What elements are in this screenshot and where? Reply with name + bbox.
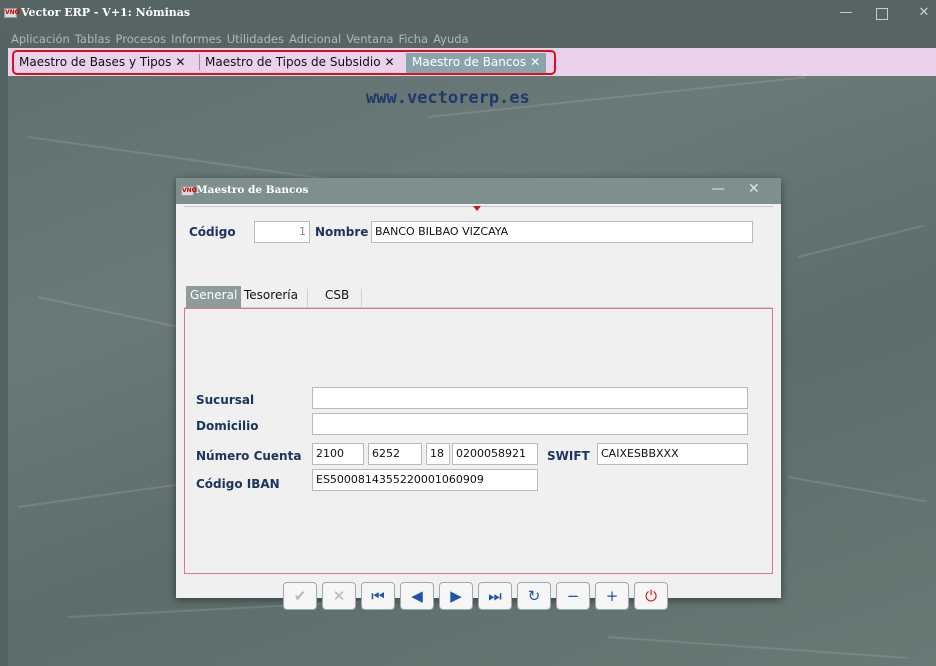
minimize-icon[interactable]: — (836, 4, 856, 22)
app-logo: VNO (4, 8, 20, 18)
cuenta-numero-field[interactable]: 0200058921 (452, 443, 538, 465)
close-icon[interactable]: ✕ (914, 4, 934, 22)
tab-general[interactable]: General (186, 286, 242, 308)
swift-field[interactable]: CAIXESBBXXX (597, 443, 748, 465)
dialog-title-bar[interactable]: VNO Maestro de Bancos — ✕ (176, 178, 781, 204)
tab-divider (361, 289, 362, 308)
tab-tesoreria[interactable]: Tesorería (240, 286, 302, 308)
dialog-title: Maestro de Bancos (196, 184, 309, 196)
minimize-icon[interactable]: — (711, 181, 725, 197)
numero-cuenta-label: Número Cuenta (196, 449, 302, 463)
tab-label: Maestro de Bancos (412, 55, 527, 69)
codigo-field[interactable]: 1 (254, 221, 310, 243)
add-record-icon[interactable]: + (595, 582, 629, 610)
watermark-url: www.vectorerp.es (366, 88, 530, 108)
nombre-label: Nombre (315, 225, 369, 239)
tab-close-icon[interactable]: ✕ (530, 55, 540, 69)
general-panel (184, 308, 773, 574)
close-icon[interactable]: ✕ (748, 181, 760, 197)
menu-ficha[interactable]: Ficha (395, 28, 430, 46)
delete-record-icon[interactable]: − (556, 582, 590, 610)
window-left-edge (0, 28, 8, 666)
tab-divider (307, 289, 308, 308)
menu-aplicacion[interactable]: Aplicación (8, 28, 72, 46)
menu-procesos[interactable]: Procesos (112, 28, 168, 46)
iban-field[interactable]: ES5000814355220001060909 (312, 469, 538, 491)
cancel-icon[interactable]: ✕ (322, 582, 356, 610)
tab-label: Maestro de Bases y Tipos (19, 55, 172, 69)
record-navigation-bar: ✔ ✕ ⏮ ◀ ▶ ⏭ ↻ − + ⏻ (283, 582, 669, 612)
tab-close-icon[interactable]: ✕ (385, 55, 395, 69)
sucursal-label: Sucursal (196, 393, 255, 407)
menu-bar: Aplicación Tablas Procesos Informes Utilidad… (8, 28, 936, 48)
document-tab-strip: Maestro de Bases y Tipos ✕ Maestro de Tip… (8, 48, 936, 76)
chalk-stroke (37, 296, 185, 330)
next-record-icon[interactable]: ▶ (439, 582, 473, 610)
tab-maestro-bases-tipos[interactable]: Maestro de Bases y Tipos ✕ (19, 53, 185, 73)
previous-record-icon[interactable]: ◀ (400, 582, 434, 610)
last-record-icon[interactable]: ⏭ (478, 582, 512, 610)
chalk-stroke (17, 483, 177, 508)
codigo-label: Código (189, 225, 236, 239)
menu-ayuda[interactable]: Ayuda (430, 28, 471, 46)
domicilio-field[interactable] (312, 413, 748, 435)
power-icon[interactable]: ⏻ (634, 582, 668, 610)
chalk-stroke (27, 136, 326, 180)
chalk-stroke (797, 224, 925, 258)
dialog-body: Código 1 Nombre BANCO BILBAO VIZCAYA Gen… (176, 204, 781, 610)
cuenta-dc-field[interactable]: 18 (426, 443, 450, 465)
menu-tablas[interactable]: Tablas (72, 28, 113, 46)
tab-label: Maestro de Tipos de Subsidio (205, 55, 381, 69)
tab-divider (199, 54, 200, 70)
domicilio-label: Domicilio (196, 419, 259, 433)
maestro-bancos-dialog: VNO Maestro de Bancos — ✕ Código 1 Nombr… (176, 178, 781, 610)
menu-informes[interactable]: Informes (168, 28, 224, 46)
swift-label: SWIFT (547, 449, 590, 463)
first-record-icon[interactable]: ⏮ (361, 582, 395, 610)
app-logo: VNO (181, 186, 197, 196)
iban-label: Código IBAN (196, 477, 280, 491)
tab-close-icon[interactable]: ✕ (175, 55, 185, 69)
chalk-stroke (787, 476, 927, 503)
app-title: Vector ERP - V+1: Nóminas (21, 6, 191, 19)
menu-adicional[interactable]: Adicional (286, 28, 343, 46)
check-icon[interactable]: ✔ (283, 582, 317, 610)
caret-down-icon (473, 206, 481, 211)
cuenta-oficina-field[interactable]: 6252 (368, 443, 422, 465)
menu-ventana[interactable]: Ventana (343, 28, 395, 46)
maximize-icon[interactable] (876, 8, 888, 20)
refresh-icon[interactable]: ↻ (517, 582, 551, 610)
sucursal-field[interactable] (312, 387, 748, 409)
record-tabs: General Tesorería CSB (184, 286, 773, 308)
nombre-field[interactable]: BANCO BILBAO VIZCAYA (371, 221, 753, 243)
app-title-bar: VNO Vector ERP - V+1: Nóminas — ✕ (0, 0, 936, 28)
tab-maestro-bancos[interactable]: Maestro de Bancos ✕ (406, 53, 547, 73)
menu-utilidades[interactable]: Utilidades (224, 28, 286, 46)
tab-maestro-tipos-subsidio[interactable]: Maestro de Tipos de Subsidio ✕ (205, 53, 395, 73)
cuenta-entidad-field[interactable]: 2100 (312, 443, 364, 465)
chalk-stroke (607, 636, 908, 659)
tab-csb[interactable]: CSB (321, 286, 353, 308)
